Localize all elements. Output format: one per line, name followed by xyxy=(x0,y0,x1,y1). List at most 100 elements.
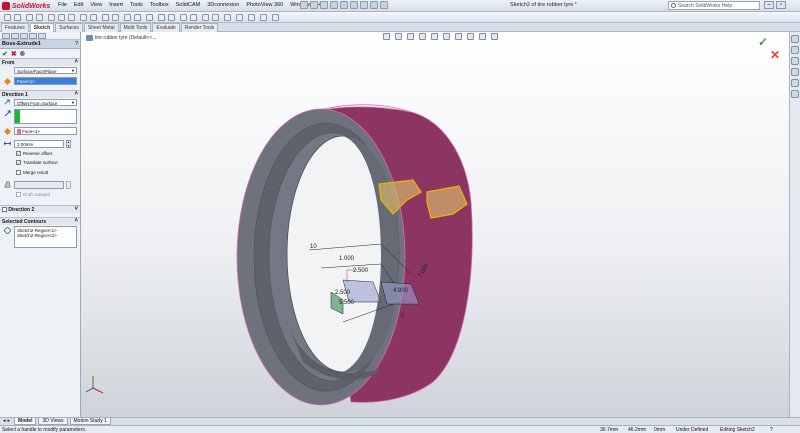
smart-dimension-icon[interactable] xyxy=(14,14,21,21)
tab-mold-tools[interactable]: Mold Tools xyxy=(119,23,152,32)
tab-features[interactable]: Features xyxy=(1,23,29,32)
tab-scroll-buttons[interactable]: ◂ ▸ xyxy=(3,418,12,425)
undo-icon[interactable] xyxy=(340,1,348,9)
print-icon[interactable] xyxy=(330,1,338,9)
sketch-dimension[interactable]: 1.000 xyxy=(339,256,355,262)
menu-tools[interactable]: Tools xyxy=(130,2,143,8)
options-icon[interactable] xyxy=(380,1,388,9)
pin-icon[interactable]: ◍ xyxy=(20,50,25,57)
draft-spinner[interactable] xyxy=(66,181,71,189)
restore-button[interactable]: ▫ xyxy=(776,1,786,9)
draft-angle-input[interactable] xyxy=(14,181,64,189)
slot-icon[interactable] xyxy=(48,14,55,21)
sketch-dimension[interactable]: 10 xyxy=(310,244,317,250)
select-icon[interactable] xyxy=(350,1,358,9)
circle-icon[interactable] xyxy=(58,14,65,21)
sketch-dimension[interactable]: 2.500 xyxy=(335,290,351,296)
display-manager-tab-icon[interactable] xyxy=(38,33,46,39)
draft-outward-checkbox[interactable]: Draft outward xyxy=(16,192,50,197)
spline-icon[interactable] xyxy=(90,14,97,21)
point-icon[interactable] xyxy=(146,14,153,21)
view-palette-icon[interactable] xyxy=(791,68,799,76)
sketch-dimension[interactable]: 4.900 xyxy=(393,288,409,294)
menu-toolbox[interactable]: Toolbox xyxy=(150,2,169,8)
design-library-icon[interactable] xyxy=(791,46,799,54)
selected-contours-list[interactable]: Sketch2-Region<1> Sketch2-Region<2> xyxy=(14,226,77,248)
rapid-sketch-icon[interactable] xyxy=(260,14,267,21)
direction-vector-field[interactable] xyxy=(14,109,77,124)
draft-icon[interactable] xyxy=(4,181,11,188)
feature-manager-tab-icon[interactable] xyxy=(2,33,10,39)
end-condition-select[interactable]: Offset From Surface ▼ xyxy=(14,99,77,106)
fillet-icon[interactable] xyxy=(112,14,119,21)
quick-snaps-icon[interactable] xyxy=(248,14,255,21)
open-file-icon[interactable] xyxy=(310,1,318,9)
rebuild-icon[interactable] xyxy=(360,1,368,9)
tab-motion-study[interactable]: Motion Study 1 xyxy=(69,418,111,425)
rectangle-icon[interactable] xyxy=(36,14,43,21)
new-file-icon[interactable] xyxy=(300,1,308,9)
tab-3d-views[interactable]: 3D Views xyxy=(38,418,68,425)
offset-face-field[interactable]: Face<1> xyxy=(14,127,77,135)
property-manager-tab-icon[interactable] xyxy=(11,33,19,39)
file-properties-icon[interactable] xyxy=(370,1,378,9)
help-icon[interactable]: ? xyxy=(75,41,78,47)
graphics-area[interactable]: tire rubber tyre (Default<<... ✓ ✕ 10 1.… xyxy=(81,32,789,417)
linear-pattern-icon[interactable] xyxy=(202,14,209,21)
custom-properties-icon[interactable] xyxy=(791,90,799,98)
cancel-button[interactable]: ✖ xyxy=(11,50,17,58)
list-item[interactable]: Sketch2-Region<2> xyxy=(17,233,74,238)
tab-sheet-metal[interactable]: Sheet Metal xyxy=(83,23,119,32)
instant-2d-icon[interactable] xyxy=(272,14,279,21)
reverse-offset-checkbox[interactable]: ✓ Reverse offset xyxy=(16,151,52,156)
tab-model[interactable]: Model xyxy=(14,418,37,425)
menu-insert[interactable]: Insert xyxy=(109,2,123,8)
menu-edit[interactable]: Edit xyxy=(74,2,83,8)
app-logo[interactable]: SolidWorks xyxy=(2,1,50,11)
menu-file[interactable]: File xyxy=(58,2,67,8)
dimxpert-tab-icon[interactable] xyxy=(29,33,37,39)
appearances-icon[interactable] xyxy=(791,79,799,87)
convert-entities-icon[interactable] xyxy=(168,14,175,21)
ellipse-icon[interactable] xyxy=(102,14,109,21)
reverse-direction-icon[interactable] xyxy=(4,99,11,106)
scroll-left-icon[interactable]: ◂ xyxy=(3,418,6,424)
mirror-icon[interactable] xyxy=(190,14,197,21)
plane-icon[interactable] xyxy=(124,14,131,21)
sketch-dimension[interactable]: 2.500 xyxy=(353,268,369,274)
polygon-icon[interactable] xyxy=(80,14,87,21)
direction1-section-header[interactable]: Direction 1 ˄ xyxy=(0,90,80,98)
merge-result-checkbox[interactable]: Merge result xyxy=(16,170,48,175)
repair-sketch-icon[interactable] xyxy=(236,14,243,21)
text-icon[interactable] xyxy=(134,14,141,21)
ok-button[interactable]: ✔ xyxy=(2,50,8,58)
menu-view[interactable]: View xyxy=(90,2,102,8)
relations-icon[interactable] xyxy=(224,14,231,21)
start-condition-select[interactable]: Surface/Face/Plane ▼ xyxy=(14,67,77,74)
file-explorer-icon[interactable] xyxy=(791,57,799,65)
scroll-right-icon[interactable]: ▸ xyxy=(8,418,11,424)
model-view[interactable]: 10 1.000 2.500 2.500 5.500 4.900 7.000 5 xyxy=(81,32,789,417)
from-face-field[interactable]: Face<1> xyxy=(14,77,77,85)
offset-distance-input[interactable]: 2.00mm xyxy=(14,140,64,148)
direction2-section-header[interactable]: Direction 2 ˅ xyxy=(0,205,80,213)
minimize-button[interactable]: – xyxy=(764,1,774,9)
menu-photoview[interactable]: PhotoView 360 xyxy=(246,2,283,8)
tab-surfaces[interactable]: Surfaces xyxy=(55,23,83,32)
trim-icon[interactable] xyxy=(158,14,165,21)
tab-render-tools[interactable]: Render Tools xyxy=(180,23,219,32)
sketch-icon[interactable] xyxy=(4,14,11,21)
tab-sketch[interactable]: Sketch xyxy=(29,23,55,32)
unchecked-box-icon[interactable] xyxy=(2,207,7,213)
from-section-header[interactable]: From ˄ xyxy=(0,58,80,66)
selected-contours-header[interactable]: Selected Contours ˄ xyxy=(0,217,80,225)
move-entities-icon[interactable] xyxy=(212,14,219,21)
tab-evaluate[interactable]: Evaluate xyxy=(152,23,180,32)
menu-3dconnexion[interactable]: 3Dconnexion xyxy=(207,2,239,8)
configuration-manager-tab-icon[interactable] xyxy=(20,33,28,39)
save-icon[interactable] xyxy=(320,1,328,9)
translate-surface-checkbox[interactable]: ✓ Translate surface xyxy=(16,160,58,165)
menu-solidcam[interactable]: SolidCAM xyxy=(176,2,200,8)
sketch-dimension[interactable]: 5 xyxy=(401,313,404,319)
sketch-dimension[interactable]: 5.500 xyxy=(339,300,355,306)
